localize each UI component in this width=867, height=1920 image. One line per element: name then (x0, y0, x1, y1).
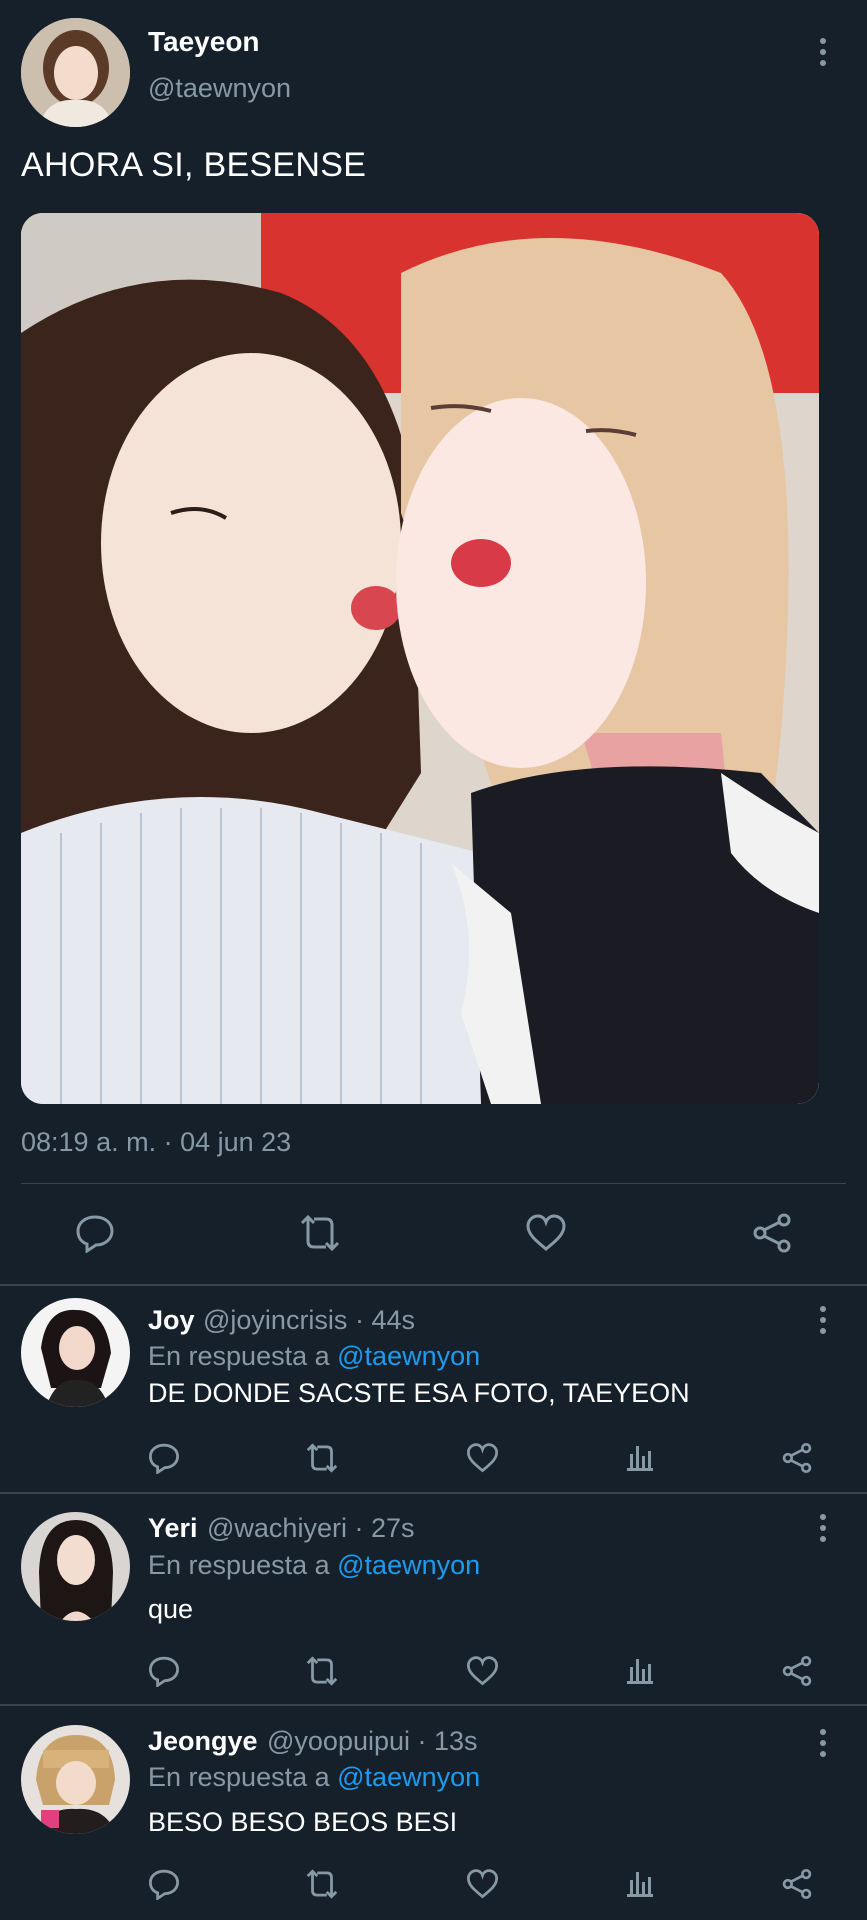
mention-link[interactable]: @taewnyon (337, 1550, 480, 1580)
reply-icon[interactable] (148, 1442, 180, 1474)
in-reply-prefix: En respuesta a (148, 1341, 330, 1371)
like-icon[interactable] (466, 1655, 499, 1687)
avatar-image (21, 1512, 130, 1621)
retweet-icon[interactable] (303, 1442, 341, 1474)
reply-meta: @joyincrisis · 44s (203, 1305, 415, 1336)
divider (21, 1183, 846, 1184)
in-reply-to: En respuesta a @taewnyon (148, 1550, 480, 1581)
analytics-icon[interactable] (627, 1655, 653, 1687)
reply-time: · 13s (417, 1726, 478, 1756)
avatar-image (21, 1725, 130, 1834)
reply-icon[interactable] (148, 1868, 180, 1900)
handle[interactable]: @joyincrisis (203, 1305, 347, 1335)
retweet-icon[interactable] (303, 1655, 341, 1687)
handle[interactable]: @wachiyeri (207, 1513, 347, 1543)
in-reply-prefix: En respuesta a (148, 1550, 330, 1580)
reply-time: · 27s (354, 1513, 415, 1543)
display-name[interactable]: Jeongye (148, 1726, 258, 1757)
more-options-icon[interactable] (817, 1306, 827, 1336)
share-icon[interactable] (751, 1212, 793, 1254)
display-name[interactable]: Taeyeon (148, 26, 260, 58)
reply-text: DE DONDE SACSTE ESA FOTO, TAEYEON (148, 1378, 690, 1408)
reply-text: BESO BESO BEOS BESI (148, 1807, 458, 1837)
reply-meta: @yoopuipui · 13s (267, 1726, 478, 1757)
reply-tweet[interactable]: Joy @joyincrisis · 44s En respuesta a @t… (0, 1285, 867, 1493)
share-icon[interactable] (781, 1442, 813, 1474)
more-options-icon[interactable] (817, 1514, 827, 1544)
reply-meta: @wachiyeri · 27s (207, 1513, 415, 1544)
avatar[interactable] (21, 18, 130, 127)
analytics-icon[interactable] (627, 1868, 653, 1900)
analytics-icon[interactable] (627, 1442, 653, 1474)
display-name[interactable]: Joy (148, 1305, 195, 1336)
avatar-image (21, 1298, 130, 1407)
in-reply-to: En respuesta a @taewnyon (148, 1762, 480, 1793)
more-options-icon[interactable] (817, 38, 827, 68)
avatar-image (21, 18, 130, 127)
tweet-photo[interactable] (21, 213, 819, 1104)
tweet-timestamp: 08:19 a. m. · 04 jun 23 (21, 1127, 292, 1157)
retweet-icon[interactable] (296, 1213, 344, 1253)
avatar[interactable] (21, 1725, 130, 1834)
mention-link[interactable]: @taewnyon (337, 1341, 480, 1371)
like-icon[interactable] (525, 1213, 567, 1253)
in-reply-prefix: En respuesta a (148, 1762, 330, 1792)
tweet-photo-image (21, 213, 819, 1104)
reply-tweet[interactable]: Jeongye @yoopuipui · 13s En respuesta a … (0, 1705, 867, 1920)
share-icon[interactable] (781, 1868, 813, 1900)
avatar[interactable] (21, 1298, 130, 1407)
handle[interactable]: @yoopuipui (267, 1726, 410, 1756)
reply-time: · 44s (354, 1305, 415, 1335)
like-icon[interactable] (466, 1868, 499, 1900)
retweet-icon[interactable] (303, 1868, 341, 1900)
mention-link[interactable]: @taewnyon (337, 1762, 480, 1792)
reply-text: que (148, 1594, 194, 1624)
reply-tweet[interactable]: Yeri @wachiyeri · 27s En respuesta a @ta… (0, 1493, 867, 1704)
reply-icon[interactable] (148, 1655, 180, 1687)
avatar[interactable] (21, 1512, 130, 1621)
reply-icon[interactable] (75, 1213, 115, 1253)
in-reply-to: En respuesta a @taewnyon (148, 1341, 480, 1372)
more-options-icon[interactable] (817, 1729, 827, 1759)
display-name[interactable]: Yeri (148, 1513, 198, 1544)
tweet-text: AHORA SI, BESENSE (21, 146, 367, 184)
like-icon[interactable] (466, 1442, 499, 1474)
handle[interactable]: @taewnyon (148, 73, 291, 104)
share-icon[interactable] (781, 1655, 813, 1687)
